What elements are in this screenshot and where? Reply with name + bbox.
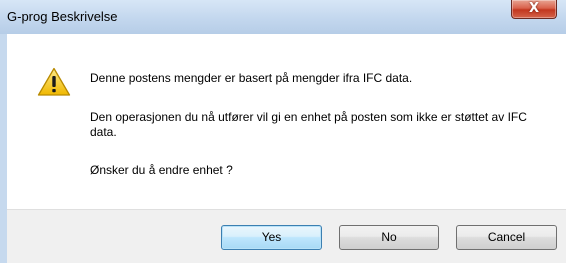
- message-line-3: Ønsker du å endre enhet ?: [90, 163, 233, 177]
- close-icon: X: [528, 1, 540, 16]
- dialog-content: Denne postens mengder er basert på mengd…: [7, 34, 566, 209]
- window-title: G-prog Beskrivelse: [7, 9, 118, 24]
- warning-icon: [37, 67, 71, 96]
- message-line-2: Den operasjonen du nå utfører vil gi en …: [90, 110, 527, 139]
- no-button[interactable]: No: [339, 225, 439, 250]
- message-line-1: Denne postens mengder er basert på mengd…: [90, 71, 413, 85]
- button-bar: Yes No Cancel: [7, 209, 566, 263]
- dialog-window: G-prog Beskrivelse X Denne postens mengd…: [0, 0, 566, 263]
- yes-button[interactable]: Yes: [221, 225, 322, 250]
- title-bar[interactable]: G-prog Beskrivelse X: [0, 0, 566, 34]
- close-button[interactable]: X: [511, 0, 557, 19]
- cancel-button[interactable]: Cancel: [456, 225, 557, 250]
